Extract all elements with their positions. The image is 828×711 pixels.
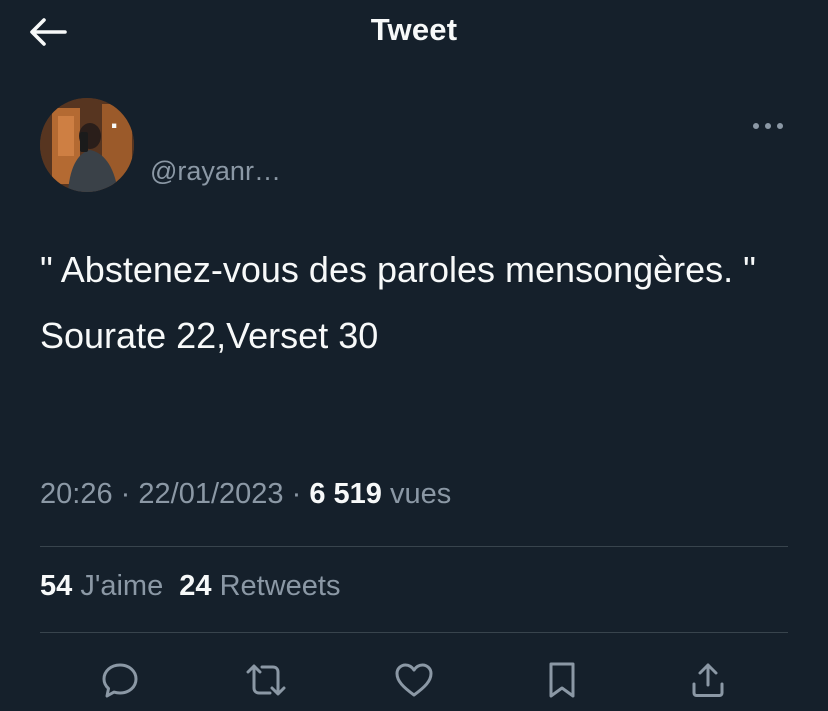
- likes-count: 54: [40, 570, 73, 602]
- tweet-actions: [0, 650, 828, 710]
- views-label: vues: [389, 478, 452, 510]
- more-horizontal-icon: [753, 123, 783, 129]
- retweet-icon: [246, 664, 286, 696]
- page-title: Tweet: [370, 12, 458, 47]
- like-button[interactable]: [390, 656, 438, 704]
- avatar[interactable]: [40, 98, 134, 192]
- display-name[interactable]: .: [110, 104, 118, 134]
- tweet-text-quote: " Abstenez-vous des paroles mensongères.…: [40, 249, 756, 290]
- reply-icon: [102, 663, 138, 698]
- likes-label: J'aime: [80, 570, 164, 602]
- meta-separator-2: ·: [291, 478, 302, 510]
- reply-button[interactable]: [96, 656, 144, 704]
- tweet-page: Tweet . @rayanr… " Abstenez-vous des par…: [0, 0, 828, 711]
- header-bar: Tweet: [0, 0, 828, 64]
- views-count: 6 519: [309, 478, 382, 510]
- bookmark-icon: [549, 662, 575, 698]
- tweet-stats: 54 J'aime 24 Retweets: [40, 570, 340, 603]
- avatar-photo: [40, 98, 134, 192]
- divider: [40, 546, 788, 547]
- meta-separator: ·: [120, 478, 131, 510]
- tweet-text-reference: Sourate 22,Verset 30: [40, 315, 379, 356]
- share-button[interactable]: [684, 656, 732, 704]
- share-icon: [692, 663, 724, 697]
- retweets-count: 24: [179, 570, 212, 602]
- tweet-time[interactable]: 20:26: [40, 478, 113, 510]
- retweets-label: Retweets: [219, 570, 341, 602]
- bookmark-button[interactable]: [538, 656, 586, 704]
- more-options-button[interactable]: [746, 108, 790, 144]
- tweet-text: " Abstenez-vous des paroles mensongères.…: [40, 244, 800, 362]
- likes-stat[interactable]: 54 J'aime: [40, 570, 163, 602]
- retweets-stat[interactable]: 24 Retweets: [179, 570, 340, 602]
- tweet-date[interactable]: 22/01/2023: [138, 478, 283, 510]
- divider: [40, 632, 788, 633]
- like-icon: [395, 663, 433, 697]
- tweet-meta: 20:26 · 22/01/2023 · 6 519 vues: [40, 478, 451, 511]
- user-handle[interactable]: @rayanr…: [150, 156, 281, 187]
- retweet-button[interactable]: [242, 656, 290, 704]
